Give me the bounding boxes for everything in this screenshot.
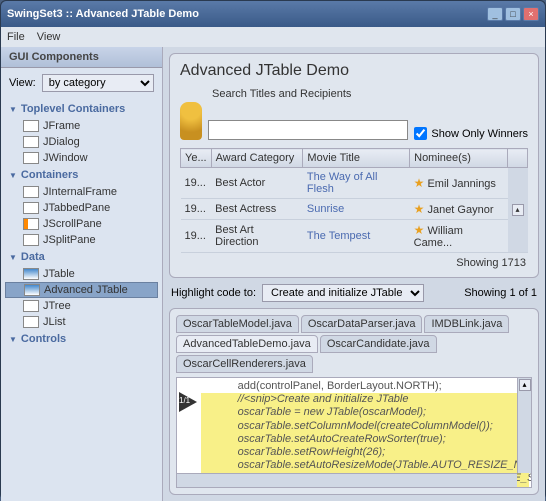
component-icon [23, 316, 39, 328]
window-title: SwingSet3 :: Advanced JTable Demo [7, 8, 487, 20]
minimize-button[interactable]: _ [487, 7, 503, 21]
component-icon [23, 300, 39, 312]
demo-title: Advanced JTable Demo [180, 62, 528, 80]
col-nominee[interactable]: Nominee(s) [410, 149, 508, 168]
code-viewer[interactable]: 1/1 add(controlPanel, BorderLayout.NORTH… [176, 377, 532, 488]
highlight-showing: Showing 1 of 1 [464, 287, 537, 299]
table-row[interactable]: 19...Best Art DirectionThe Tempest★ Will… [181, 220, 528, 253]
tree-item-jframe[interactable]: JFrame [1, 118, 162, 134]
show-winners-input[interactable] [414, 127, 427, 140]
tree-category-toplevel[interactable]: ▼Toplevel Containers [1, 100, 162, 118]
show-winners-checkbox[interactable]: Show Only Winners [414, 127, 528, 140]
component-icon [23, 234, 39, 246]
star-icon: ★ [414, 202, 425, 216]
col-year[interactable]: Ye... [181, 149, 212, 168]
star-icon: ★ [414, 176, 425, 190]
component-icon [23, 136, 39, 148]
window-controls: _ □ × [487, 7, 539, 21]
main-area: Advanced JTable Demo Search Titles and R… [163, 47, 545, 501]
component-icon [23, 268, 39, 280]
expand-icon: ▼ [9, 335, 17, 344]
tree-item-advanced-jtable[interactable]: Advanced JTable [5, 282, 158, 298]
star-icon: ★ [414, 223, 425, 237]
component-icon [23, 218, 39, 230]
showing-count: Showing 1713 [180, 253, 528, 269]
tab-oscarcellrenderers[interactable]: OscarCellRenderers.java [176, 355, 313, 373]
tree-category-controls[interactable]: ▼Controls [1, 330, 162, 348]
component-icon [24, 284, 40, 296]
component-icon [23, 120, 39, 132]
titlebar: SwingSet3 :: Advanced JTable Demo _ □ × [1, 1, 545, 27]
tree-item-jdialog[interactable]: JDialog [1, 134, 162, 150]
tree-item-jinternalframe[interactable]: JInternalFrame [1, 184, 162, 200]
tree-item-jtable[interactable]: JTable [1, 266, 162, 282]
scrollbar-vertical[interactable]: ▴ [517, 378, 531, 473]
component-icon [23, 186, 39, 198]
menu-file[interactable]: File [7, 31, 25, 43]
code-panel: OscarTableModel.java OscarDataParser.jav… [169, 308, 539, 495]
tree-item-jtabbedpane[interactable]: JTabbedPane [1, 200, 162, 216]
search-input[interactable] [208, 120, 408, 140]
menubar: File View [1, 27, 545, 47]
tab-oscardataparser[interactable]: OscarDataParser.java [301, 315, 423, 333]
source-tabs: OscarTableModel.java OscarDataParser.jav… [176, 315, 532, 373]
tree-item-jscrollpane[interactable]: JScrollPane [1, 216, 162, 232]
close-button[interactable]: × [523, 7, 539, 21]
scroll-up-button[interactable]: ▴ [519, 379, 531, 391]
tab-oscarcandidate[interactable]: OscarCandidate.java [320, 335, 437, 353]
sidebar-header: GUI Components [1, 47, 162, 68]
tree-item-jwindow[interactable]: JWindow [1, 150, 162, 166]
search-label: Search Titles and Recipients [212, 88, 528, 100]
maximize-button[interactable]: □ [505, 7, 521, 21]
view-label: View: [9, 77, 36, 89]
menu-view[interactable]: View [37, 31, 61, 43]
expand-icon: ▼ [9, 253, 17, 262]
tree-item-jtree[interactable]: JTree [1, 298, 162, 314]
highlight-label: Highlight code to: [171, 287, 256, 299]
match-counter: 1/1 [179, 396, 190, 405]
col-title[interactable]: Movie Title [303, 149, 410, 168]
col-category[interactable]: Award Category [211, 149, 303, 168]
table-row[interactable]: 19...Best ActressSunrise★ Janet Gaynor [181, 199, 528, 220]
tree-category-containers[interactable]: ▼Containers [1, 166, 162, 184]
oscar-table[interactable]: Ye... Award Category Movie Title Nominee… [180, 148, 528, 253]
sidebar: GUI Components View: by category ▼Toplev… [1, 47, 163, 501]
highlight-select[interactable]: Create and initialize JTable [262, 284, 424, 302]
scroll-up-button[interactable]: ▴ [512, 204, 524, 216]
component-icon [23, 202, 39, 214]
tab-advancedtabledemo[interactable]: AdvancedTableDemo.java [176, 335, 318, 353]
view-select[interactable]: by category [42, 74, 154, 92]
demo-panel: Advanced JTable Demo Search Titles and R… [169, 53, 539, 278]
tab-imdblink[interactable]: IMDBLink.java [424, 315, 509, 333]
tab-oscartablemodel[interactable]: OscarTableModel.java [176, 315, 299, 333]
tree-category-data[interactable]: ▼Data [1, 248, 162, 266]
scrollbar-horizontal[interactable] [177, 473, 517, 487]
oscar-icon [180, 102, 202, 140]
component-icon [23, 152, 39, 164]
scroll-col [508, 149, 528, 168]
expand-icon: ▼ [9, 171, 17, 180]
table-row[interactable]: 19...Best ActorThe Way of All Flesh★ Emi… [181, 168, 528, 199]
expand-icon: ▼ [9, 105, 17, 114]
component-tree: ▼Toplevel Containers JFrame JDialog JWin… [1, 98, 162, 501]
source-code: add(controlPanel, BorderLayout.NORTH); /… [199, 378, 531, 488]
tree-item-jlist[interactable]: JList [1, 314, 162, 330]
tree-item-jsplitpane[interactable]: JSplitPane [1, 232, 162, 248]
